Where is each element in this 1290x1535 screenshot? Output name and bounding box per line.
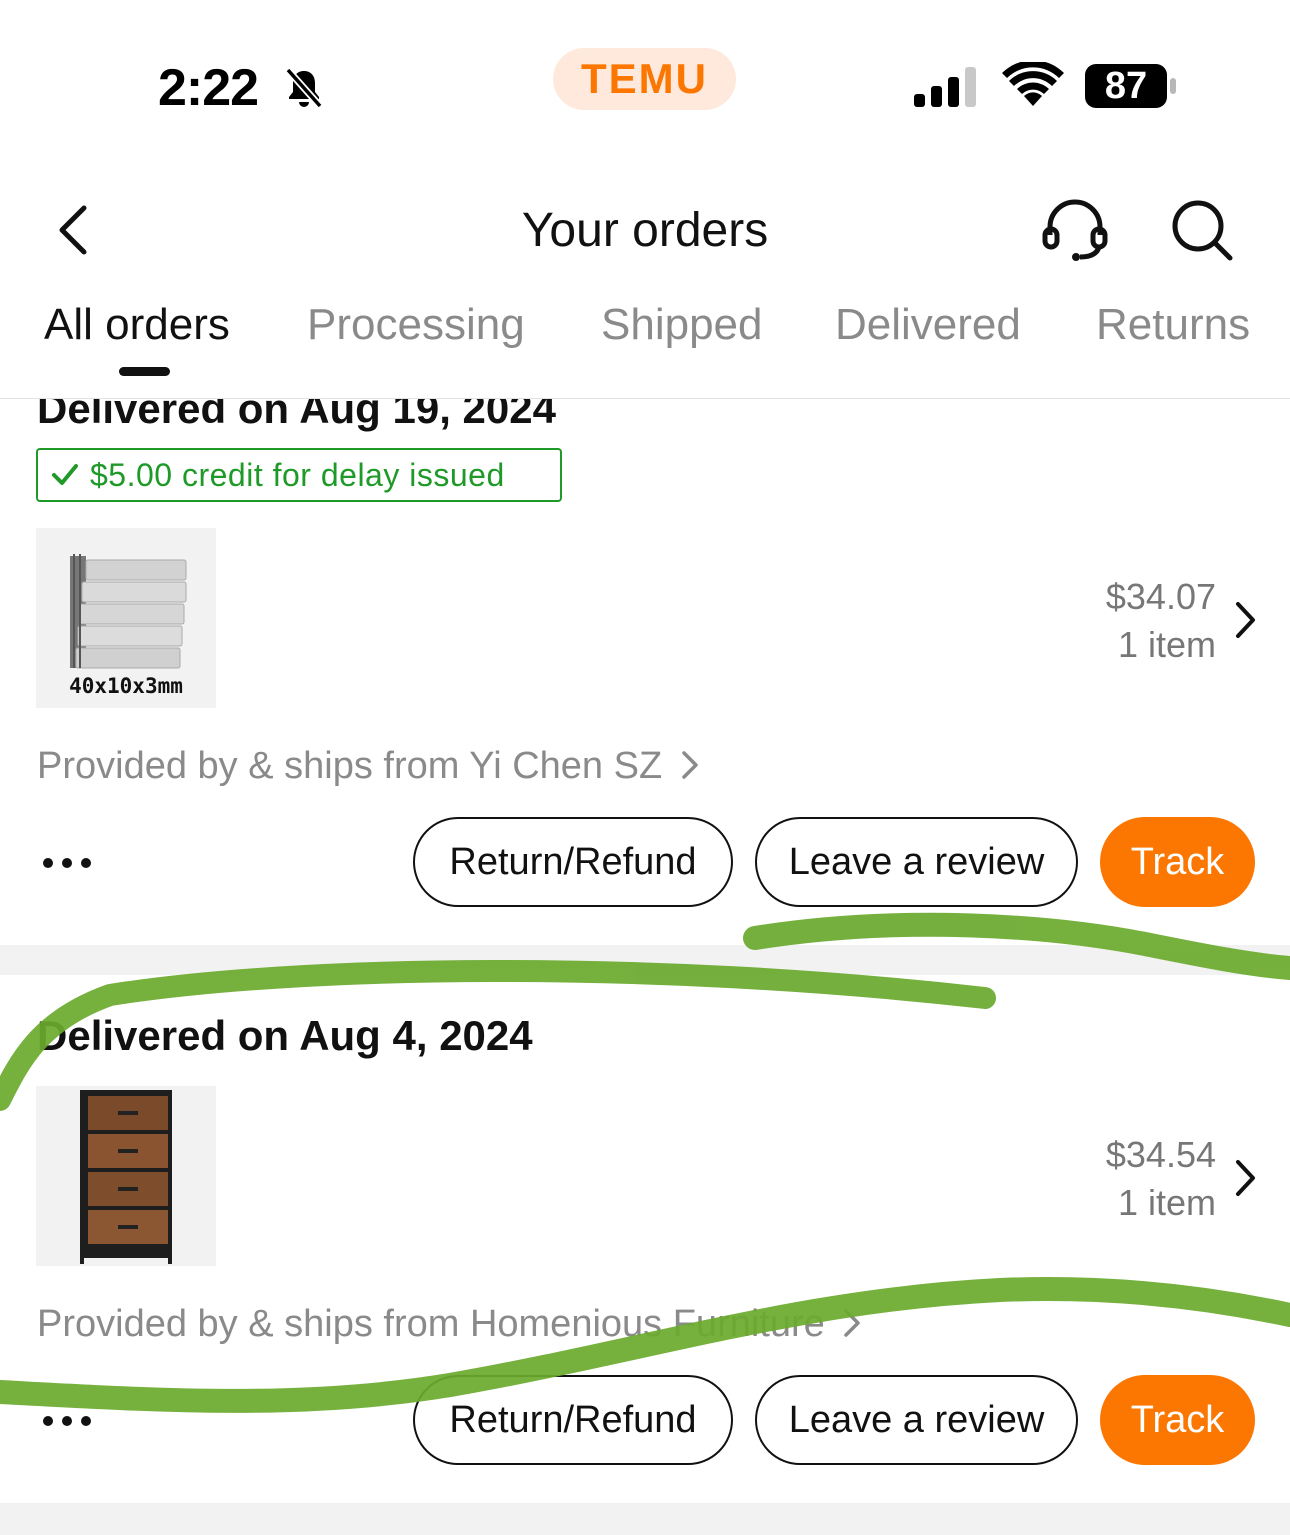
more-dots-icon[interactable]: [40, 853, 100, 873]
seller-link[interactable]: Provided by & ships from Yi Chen SZ: [37, 745, 701, 788]
chevron-right-icon: [681, 751, 698, 779]
status-time: 2:22: [158, 59, 259, 117]
section-divider: [0, 1503, 1290, 1535]
active-tab-indicator: [119, 367, 170, 376]
tab-processing[interactable]: Processing: [307, 300, 525, 350]
app-indicator-pill: TEMU: [553, 48, 736, 110]
track-button[interactable]: Track: [1100, 817, 1255, 907]
tab-all-orders[interactable]: All orders: [44, 300, 230, 350]
order-total: $34.07: [1105, 576, 1216, 617]
product-thumbnail[interactable]: 40x10x3mm: [36, 528, 216, 708]
signal-icon: [914, 67, 976, 107]
tab-delivered[interactable]: Delivered: [835, 300, 1021, 350]
track-button[interactable]: Track: [1100, 1375, 1255, 1465]
seller-label: Provided by & ships from Homenious Furni…: [37, 1303, 825, 1345]
order-item-count: 1 item: [1117, 624, 1216, 665]
bell-slash-icon: [285, 67, 323, 109]
leave-review-button[interactable]: Leave a review: [755, 1375, 1078, 1465]
wifi-icon: [1002, 62, 1064, 106]
section-divider: [0, 945, 1290, 975]
leave-review-button[interactable]: Leave a review: [755, 817, 1078, 907]
order-total: $34.54: [1105, 1134, 1216, 1175]
seller-link[interactable]: Provided by & ships from Homenious Furni…: [37, 1303, 863, 1346]
chevron-right-icon[interactable]: [1232, 600, 1258, 640]
battery-level: 87: [1104, 65, 1148, 107]
order-status-title: Delivered on Aug 4, 2024: [37, 1012, 533, 1059]
order-tabs: All orders Processing Shipped Delivered …: [0, 300, 1290, 360]
credit-badge: $5.00 credit for delay issued: [36, 448, 562, 502]
seller-label: Provided by & ships from Yi Chen SZ: [37, 745, 663, 787]
return-refund-button[interactable]: Return/Refund: [413, 1375, 733, 1465]
search-icon[interactable]: [1166, 195, 1238, 265]
battery-icon: 87: [1084, 63, 1178, 109]
tab-returns[interactable]: Returns: [1096, 300, 1250, 350]
tab-shipped[interactable]: Shipped: [601, 300, 762, 350]
return-refund-button[interactable]: Return/Refund: [413, 817, 733, 907]
order-status-title: Delivered on Aug 19, 2024: [37, 399, 556, 432]
order-item-count: 1 item: [1117, 1182, 1216, 1223]
chevron-right-icon[interactable]: [1232, 1158, 1258, 1198]
app-name: TEMU: [581, 55, 708, 102]
headset-icon[interactable]: [1040, 195, 1110, 265]
chevron-right-icon: [844, 1309, 861, 1337]
checkmark-icon: [52, 464, 78, 485]
product-size-label: 40x10x3mm: [69, 674, 183, 698]
more-dots-icon[interactable]: [40, 1411, 100, 1431]
product-thumbnail[interactable]: [36, 1086, 216, 1266]
credit-badge-label: $5.00 credit for delay issued: [90, 456, 505, 493]
